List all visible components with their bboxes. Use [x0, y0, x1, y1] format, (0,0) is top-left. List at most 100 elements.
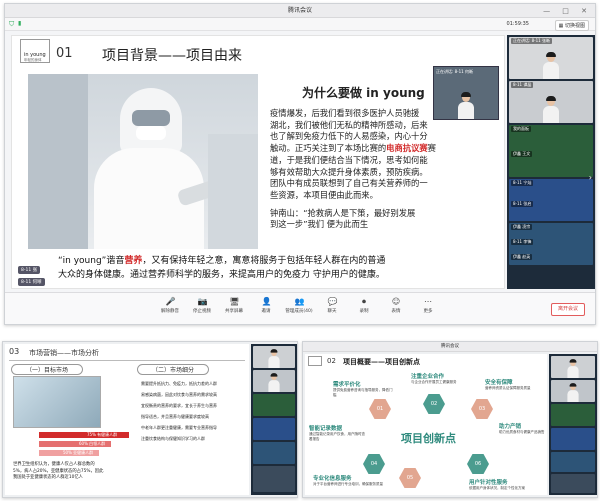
item-heading: 注重企业合作 — [411, 374, 445, 380]
hex-04: 04 — [363, 454, 385, 474]
record-button[interactable]: ⏺ 录制 — [351, 297, 377, 314]
foot-text: 世界卫生组织认为，健康人仅占人群总数的 5%，病人占20%，亚健康状态的占75%… — [13, 462, 104, 480]
speaker-avatar — [458, 92, 474, 119]
bullet: 宜权衡贵的营养的要求，宜长于养生与营养 — [141, 403, 217, 408]
participant-thumb[interactable] — [551, 380, 595, 402]
participant-thumb[interactable] — [551, 452, 595, 472]
item-heading: 用户针对性服务 — [469, 480, 508, 486]
participant-thumb[interactable] — [253, 466, 295, 492]
highlight-yingyang: 营养 — [124, 256, 143, 266]
participant-thumb[interactable]: 我的面板 伊鑫 王文 — [509, 125, 593, 177]
screen-icon: 🖥 — [229, 297, 240, 306]
slide-bottom-text: “in young”谐音营养，又有保持年轻之意，寓意将服务于包括年轻人群在内的普… — [58, 256, 386, 280]
para-line: 也了解到免疫力低下的人易感染，内心十分 — [270, 131, 428, 142]
participant-thumb[interactable] — [551, 474, 595, 493]
manage-members-button[interactable]: 👥 管理成员(40) — [283, 297, 315, 314]
section-title: 项目背景——项目由来 — [102, 48, 242, 64]
innovation-window: 腾讯会议 02 项目概要——项目创新点 01 02 03 04 05 06 项目… — [302, 341, 598, 498]
item-heading: 助力产销 — [499, 424, 522, 430]
share-screen-button[interactable]: 🖥 共享屏幕 — [221, 297, 247, 314]
item-text: 营养师资质认证保障服务质量 — [485, 386, 531, 390]
window-controls[interactable]: — □ ✕ — [543, 4, 592, 18]
chat-button[interactable]: 💬 聊天 — [319, 297, 345, 314]
speaker-video[interactable]: 正在讲话: 8-11 何晰 — [433, 66, 499, 120]
hex-05: 05 — [399, 468, 421, 488]
bar-3-label: 50% 亚健康人群 — [63, 450, 94, 455]
item-heading: 安全有保障 — [485, 380, 513, 386]
leave-meeting-button[interactable]: 离开会议 — [551, 303, 585, 316]
para-line: 道，于是我们便结合当下情况，思考如何能 — [270, 154, 428, 165]
record-icon: ⏺ — [362, 297, 366, 306]
speaker-tag: 正在讲话: 8-11 何晰 — [436, 69, 473, 74]
hex-01: 01 — [369, 399, 391, 419]
invite-button[interactable]: 👤 邀请 — [253, 297, 279, 314]
participant-thumbnails[interactable]: 正在讲话: 8-11 张晰 8-11 谭晶 我的面板 伊鑫 王文 8-11 宁灿 8… — [507, 35, 595, 289]
participant-thumb[interactable]: 8-11 宁灿 8-11 张启 — [509, 179, 593, 221]
hex-06: 06 — [467, 454, 489, 474]
participant-thumb[interactable] — [551, 356, 595, 378]
participant-thumb[interactable] — [253, 394, 295, 416]
market-analysis-window: 03 市场营销——市场分析 （一）目标市场 （二）市场细分 75% 有健康人群 … — [2, 341, 298, 498]
hex-03: 03 — [471, 399, 493, 419]
participant-thumb[interactable] — [253, 370, 295, 392]
participant-thumb[interactable] — [253, 346, 295, 368]
market-slide: 03 市场营销——市场分析 （一）目标市场 （二）市场细分 75% 有健康人群 … — [5, 344, 249, 495]
item-text: 提供免费营养咨询与指导服务，降低门槛 — [333, 388, 393, 397]
para-line: 触动。正巧关注到了本场比赛的电商抗议赛赛 — [270, 143, 436, 154]
self-view-tag: 8-11 张 — [18, 266, 41, 274]
scroll-arrow-icon[interactable]: › — [589, 173, 592, 182]
item-heading: 专业化信息服务 — [313, 476, 352, 482]
more-button[interactable]: ⋯ 更多 — [415, 297, 441, 314]
emoji-button[interactable]: ☺ 表情 — [383, 297, 409, 314]
participant-thumb[interactable]: 正在讲话: 8-11 张晰 — [509, 37, 593, 79]
participant-thumb[interactable] — [551, 404, 595, 426]
segment-bullets: 需要提升抵抗力、免疫力，抵抗力差的人群 易感染病菌，因此对饮食与营养的需求较高 … — [141, 378, 245, 444]
title-underline — [9, 360, 245, 361]
shared-slide: in young 年轻的身体 01 项目背景——项目由来 为什么要做 in yo… — [11, 35, 505, 289]
stop-video-button[interactable]: 📷 停止视频 — [189, 297, 215, 314]
para-line: 团队中有成员联想到了自己有关营养师的一 — [270, 178, 428, 189]
section-number: 01 — [56, 46, 73, 61]
item-text: 与企业合作开展员工健康服务 — [411, 380, 457, 384]
more-icon: ⋯ — [424, 297, 432, 306]
item-text: 依据用户身体状况，制定个性化方案 — [469, 486, 525, 490]
highlight-text: 电商抗议赛 — [386, 143, 428, 154]
item-heading: 智能记录数据 — [309, 426, 343, 432]
subheading-target: （一）目标市场 — [11, 364, 84, 375]
right-thumbnails[interactable] — [549, 354, 597, 495]
left-thumbnails[interactable] — [251, 344, 297, 495]
participant-thumb[interactable] — [551, 428, 595, 450]
para-line: 些资源，本项目便由此而来。 — [270, 189, 378, 200]
chat-icon: 💬 — [327, 297, 338, 306]
slide-title: 项目概要——项目创新点 — [343, 358, 420, 366]
microphone-icon: 🎤 — [165, 297, 176, 306]
participant-thumb[interactable] — [253, 442, 295, 464]
subheading-segment: （二）市场细分 — [137, 364, 210, 375]
participant-thumb[interactable]: 伊鑫 凌宗 8-11 李锋 伊鑫 赵英 — [509, 223, 593, 265]
mute-button[interactable]: 🎤 解除静音 — [157, 297, 183, 314]
item-text: 对于平台营养师进行专业培训，确保服务质量 — [313, 482, 383, 486]
smile-icon: ☺ — [391, 297, 401, 306]
innovation-slide: 02 项目概要——项目创新点 01 02 03 04 05 06 项目创新点 需… — [305, 354, 547, 495]
innovation-title-bar: 腾讯会议 — [303, 342, 597, 352]
slide-paragraph: 疫情爆发，后我们看到很多医护人员驰援 湖北，我们被他们无私的精神所感动，后来 也… — [270, 108, 504, 231]
slide-logo: in young 年轻的身体 — [20, 39, 50, 63]
main-meeting-window: 腾讯会议 — □ ✕ ⛉ ▮ 01:59:35 ▦ 切换视图 in young … — [4, 3, 596, 325]
slide-number: 02 — [327, 357, 336, 365]
item-text: 通过智能记录用户饮食，用户随时查看报告 — [309, 432, 365, 441]
shield-icon: ⛉ — [9, 20, 15, 28]
item-heading: 需求平价化 — [333, 382, 361, 388]
bullet: 注重饮食结构与保健知识学习的人群 — [141, 436, 205, 441]
participant-thumb[interactable]: 8-11 谭晶 — [509, 81, 593, 123]
layout-switch-button[interactable]: ▦ 切换视图 — [554, 20, 589, 31]
user-add-icon: 👤 — [261, 297, 272, 306]
center-label: 项目创新点 — [401, 432, 456, 445]
bar-1-label: 75% 有健康人群 — [87, 432, 118, 437]
members-icon: 👥 — [294, 297, 305, 306]
meeting-info-bar: ⛉ ▮ 01:59:35 ▦ 切换视图 — [5, 18, 595, 31]
quote-line: 到这一步”我们 便为此而生 — [270, 219, 369, 230]
slide-number: 03 — [9, 347, 20, 356]
hazmat-worker-photo — [28, 74, 258, 249]
participant-thumb[interactable] — [253, 418, 295, 440]
grid-icon: ▦ — [558, 23, 564, 29]
